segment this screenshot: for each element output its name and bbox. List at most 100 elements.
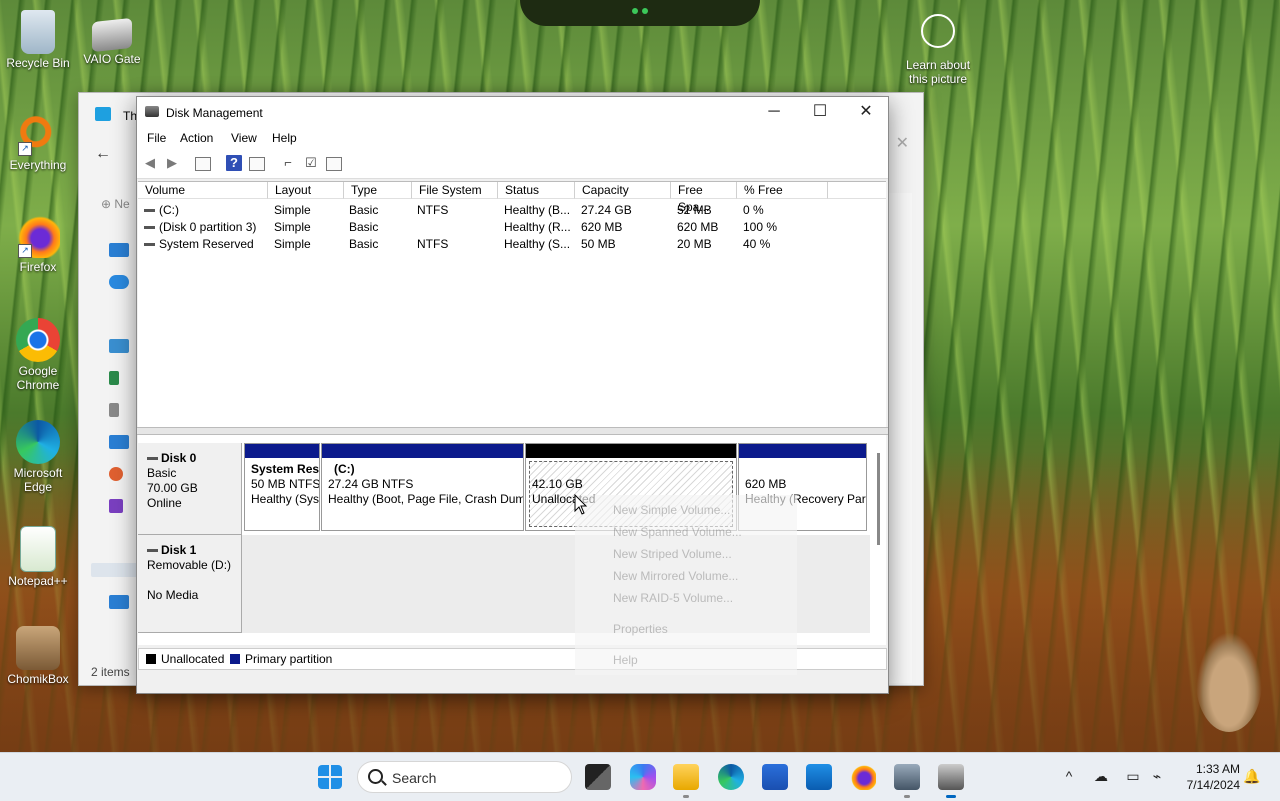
close-button[interactable]: ✕ [843,97,889,128]
legend-unallocated-swatch [146,654,156,664]
menu-properties[interactable]: Properties [613,622,668,636]
network-icon[interactable]: ⌁ [1148,767,1166,785]
outlook-icon[interactable] [806,764,832,790]
computer-management-icon[interactable] [894,764,920,798]
firefox-icon: ↗ [16,214,60,258]
col-capacity[interactable]: Capacity [575,182,671,199]
menu-action[interactable]: Action [180,131,213,145]
legend-primary-swatch [230,654,240,664]
vaio-gate-shortcut[interactable]: VAIO Gate [74,10,150,66]
recycle-bin-icon [21,10,55,54]
disk-management-app-icon [145,106,159,117]
edge-taskbar-icon[interactable] [718,764,744,790]
learn-about-picture[interactable]: Learn about this picture [898,14,978,86]
explorer-close-icon[interactable]: ✕ [896,133,909,153]
back-icon[interactable]: ◀ [142,155,158,171]
graph-scrollbar[interactable] [877,453,880,545]
legend-unallocated-label: Unallocated [161,652,225,666]
col-empty [828,182,886,199]
wallpaper-top-widget [520,0,760,26]
pane-splitter[interactable] [137,427,888,435]
explorer-new-button[interactable]: ⊕ Ne [101,197,130,211]
maximize-button[interactable]: ☐ [797,97,843,128]
nav-onedrive-icon[interactable] [109,275,129,289]
menu-new-striped-volume[interactable]: New Striped Volume... [613,547,732,561]
back-arrow-icon[interactable]: ← [95,145,111,163]
context-menu: New Simple Volume... New Spanned Volume.… [575,495,797,675]
col-file-system[interactable]: File System [412,182,498,199]
table-row[interactable]: System Reserved Simple Basic NTFS Health… [138,236,886,253]
disk-management-taskbar-icon[interactable] [938,764,964,798]
menu-help-item[interactable]: Help [613,653,638,667]
nav-network-icon[interactable] [109,595,129,609]
nav-pictures2-icon[interactable] [109,435,129,449]
partition-c[interactable]: (C:) 27.24 GB NTFS Healthy (Boot, Page F… [321,443,524,531]
everything-shortcut[interactable]: ↗ Everything [0,112,76,172]
unallocated-bar [526,444,736,458]
col-volume[interactable]: Volume [138,182,268,199]
this-pc-icon [95,107,111,121]
task-view-icon[interactable] [585,764,611,790]
everything-icon: ↗ [16,112,60,156]
firefox-shortcut[interactable]: ↗ Firefox [0,214,76,274]
menu-view[interactable]: View [231,131,257,145]
microsoft-store-icon[interactable] [762,764,788,790]
legend-primary-label: Primary partition [245,652,333,666]
notepad-plus-plus-icon [20,526,56,572]
copilot-icon[interactable] [630,764,656,790]
menu-new-mirrored-volume[interactable]: New Mirrored Volume... [613,569,738,583]
col-free-space[interactable]: Free Spa... [671,182,737,214]
volume-icon [144,226,155,229]
col-status[interactable]: Status [498,182,575,199]
status-items-count: 2 items [91,665,130,679]
volume-list: Volume Layout Type File System Status Ca… [138,181,886,428]
notification-bell-icon[interactable]: 🔔 [1243,767,1261,785]
disk1-label[interactable]: Disk 1 Removable (D:) No Media [138,535,242,633]
onedrive-sync-icon[interactable]: ☁ [1092,767,1110,785]
settings-panel-icon[interactable] [326,157,342,171]
col-layout[interactable]: Layout [268,182,344,199]
mouse-cursor-icon [574,494,588,515]
disk0-label[interactable]: Disk 0 Basic 70.00 GB Online [138,443,242,535]
forward-icon[interactable]: ▶ [164,155,180,171]
nav-desktop-icon[interactable] [109,339,129,353]
nav-music-icon[interactable] [109,467,123,481]
checklist-icon[interactable]: ☑ [303,155,319,171]
taskbar-search[interactable]: Search [357,761,572,793]
menu-new-simple-volume[interactable]: New Simple Volume... [613,503,730,517]
menu-file[interactable]: File [147,131,166,145]
notepad-plus-plus-shortcut[interactable]: Notepad++ [0,526,76,588]
table-row[interactable]: (Disk 0 partition 3) Simple Basic Health… [138,219,886,236]
chrome-icon [16,318,60,362]
recycle-bin-shortcut[interactable]: Recycle Bin [0,10,76,70]
nav-pictures-icon[interactable] [109,243,129,257]
menu-new-raid5-volume[interactable]: New RAID-5 Volume... [613,591,733,605]
title-bar[interactable]: Disk Management ─ ☐ ✕ [137,97,888,128]
primary-partition-bar [322,444,523,458]
google-chrome-shortcut[interactable]: Google Chrome [0,318,76,392]
properties-icon[interactable] [249,157,265,171]
file-explorer-icon[interactable] [673,764,699,798]
nav-downloads-icon[interactable] [109,371,119,385]
show-hide-console-tree-icon[interactable] [195,157,211,171]
nav-videos-icon[interactable] [109,499,123,513]
partition-system-reserved[interactable]: System Res 50 MB NTFS Healthy (Sys [244,443,320,531]
nav-documents-icon[interactable] [109,403,119,417]
start-button[interactable] [318,765,342,789]
firefox-taskbar-icon[interactable] [850,764,876,790]
toolbar: ◀ ▶ ? ⌐ ☑ [137,148,888,179]
connect-icon[interactable]: ⌐ [280,155,296,171]
col-percent-free[interactable]: % Free [737,182,828,199]
help-icon[interactable]: ? [226,155,242,171]
search-icon [368,769,383,784]
table-row[interactable]: (C:) Simple Basic NTFS Healthy (B... 27.… [138,202,886,219]
microsoft-edge-shortcut[interactable]: Microsoft Edge [0,420,76,494]
show-hidden-icons-chevron-icon[interactable]: ^ [1060,767,1078,785]
system-clock[interactable]: 1:33 AM 7/14/2024 [1170,761,1240,793]
chomikbox-shortcut[interactable]: ChomikBox [0,626,76,686]
menu-new-spanned-volume[interactable]: New Spanned Volume... [613,525,742,539]
col-type[interactable]: Type [344,182,412,199]
menu-help[interactable]: Help [272,131,297,145]
display-icon[interactable]: ▭ [1124,767,1142,785]
minimize-button[interactable]: ─ [751,97,797,128]
